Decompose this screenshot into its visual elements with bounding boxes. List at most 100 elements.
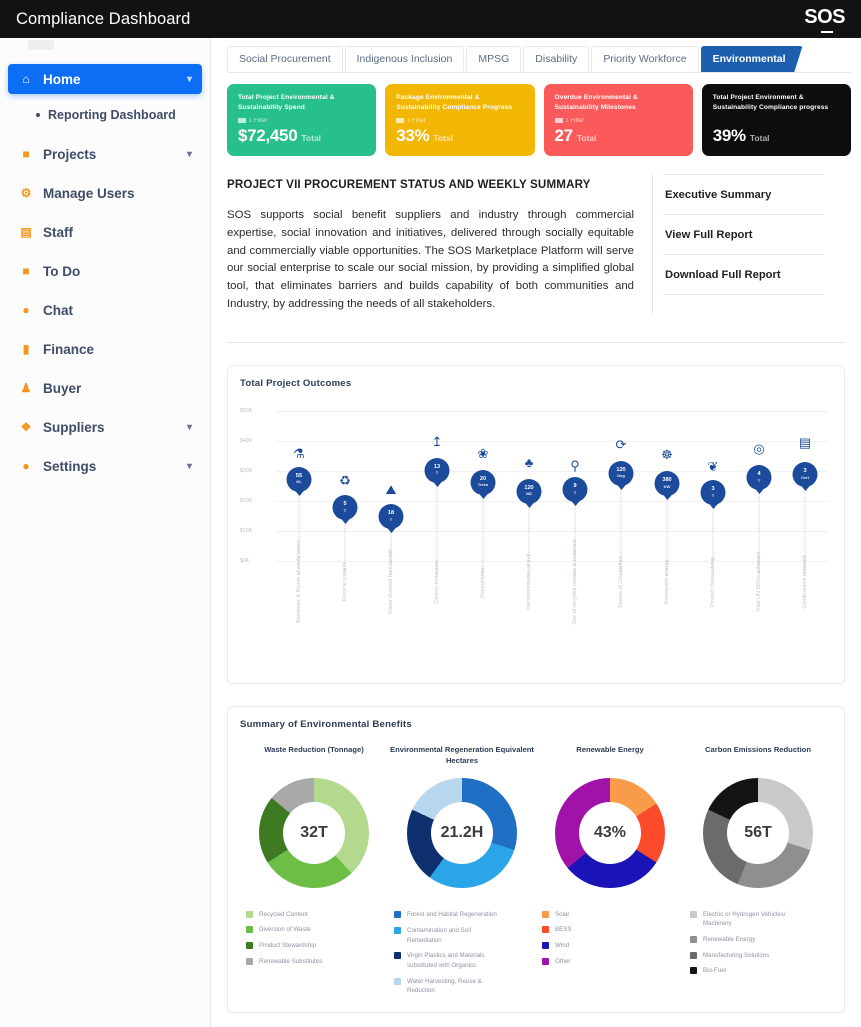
bubble-column[interactable]: ⛰ 18 T Waste diverted from landfill	[368, 401, 414, 673]
kpi-title: Overdue Environmental & Sustainability M…	[554, 94, 638, 111]
outcomes-bubble-chart: $0K $10K $20K $30K $40K $50K ⚗ 55 KL Rainwater & …	[240, 401, 832, 673]
kpi-value-row: 27 Total	[555, 126, 683, 146]
bubble-marker[interactable]: 9T	[562, 477, 588, 503]
donut-ring[interactable]: 32T	[259, 777, 369, 888]
bubble-marker[interactable]: 5T	[332, 495, 358, 521]
section-divider	[227, 341, 845, 343]
donut-center: 56T	[727, 801, 789, 864]
legend-item: Contamination and Soil Remediation	[394, 926, 503, 945]
legend-label: Diversion of Waste	[259, 926, 311, 934]
kpi-value-row: $72,450 Total	[238, 126, 366, 146]
sidebar-subitem-reporting-dashboard[interactable]: Reporting Dashboard	[8, 103, 202, 127]
legend-item: Manufacturing Solutions	[690, 951, 799, 961]
sidebar-item-label: Settings	[43, 458, 97, 474]
hands-care-icon: ❦	[707, 459, 719, 475]
kpi-filter[interactable]: 1 Filter	[396, 118, 524, 124]
y-axis-tick: $50K	[240, 407, 253, 414]
bubble-column[interactable]: ⚗ 55 KL Rainwater & Reuse of waste water	[276, 401, 322, 673]
chevron-down-icon[interactable]: ▾	[187, 461, 192, 472]
chevron-down-icon[interactable]: ▾	[187, 74, 192, 85]
sidebar-item-home[interactable]: ⌂ Home ▾	[8, 64, 202, 94]
bubble-column[interactable]: ◎ 4 T Total UN SDGs achieved	[736, 401, 782, 673]
report-link-executive-summary[interactable]: Executive Summary	[663, 174, 824, 215]
tab-priority-workforce[interactable]: Priority Workforce	[591, 46, 699, 72]
legend-swatch	[690, 951, 697, 959]
bubble-columns: ⚗ 55 KL Rainwater & Reuse of waste water ♻ 5 T…	[276, 401, 828, 673]
bubble-marker[interactable]: 13 T	[424, 457, 450, 483]
donut-center-value: 21.2H	[440, 824, 484, 842]
donut-ring[interactable]: 56T	[703, 777, 813, 888]
donut-ring[interactable]: 21.2H	[407, 778, 517, 889]
bubble-marker[interactable]: 120 Deg	[608, 460, 634, 486]
bubble-marker[interactable]: 3 Cert	[792, 462, 818, 488]
category-label: Total UN SDGs achieved	[756, 551, 762, 612]
kpi-card[interactable]: Total Project Environment & Sustainabili…	[701, 84, 851, 156]
kpi-filter-label: 1 Filter	[407, 117, 426, 124]
category-label: Certifications obtained	[802, 555, 808, 609]
legend-item: Virgin Plastics and Materials substitute…	[394, 951, 503, 970]
kpi-card[interactable]: Total Project Environmental & Sustainabi…	[227, 84, 377, 156]
bubble-column[interactable]: ♻ 5 T Recycle content	[322, 401, 368, 673]
summary-section: PROJECT VII PROCUREMENT STATUS AND WEEKL…	[211, 156, 861, 314]
legend-item: Recycled Content	[246, 910, 322, 920]
chevron-down-icon[interactable]: ▾	[187, 422, 192, 433]
kpi-value-row: 33% Total	[396, 126, 524, 146]
tab-social-procurement[interactable]: Social Procurement	[227, 46, 343, 72]
legend-item: Wind	[542, 941, 572, 951]
bubble-column[interactable]: ❀ 20 Trees Revegetation	[460, 401, 506, 673]
tab-disability[interactable]: Disability	[523, 46, 590, 72]
sidebar-item-buyer[interactable]: ♟ Buyer	[8, 373, 202, 403]
bubble-column[interactable]: ▤ 3 Cert Certifications obtained	[782, 401, 828, 673]
chevron-down-icon[interactable]: ▾	[187, 149, 192, 160]
sidebar-item-manage-users[interactable]: ⚙ Manage Users	[8, 178, 202, 208]
donut-title: Environmental Regeneration Equivalent He…	[390, 744, 534, 766]
bubble-unit: T	[573, 489, 577, 495]
target-icon: ◎	[753, 441, 765, 457]
tab-indigenous-inclusion[interactable]: Indigenous Inclusion	[344, 46, 465, 72]
legend-label: Manufacturing Solutions	[703, 951, 770, 959]
bubble-marker[interactable]: 4T	[746, 465, 772, 491]
legend-swatch	[246, 926, 253, 934]
bubble-column[interactable]: ❦ 3 T Product Stewardship	[690, 401, 736, 673]
kpi-filter[interactable]: 1 Filter	[238, 118, 366, 124]
kpi-filter[interactable]: 1 Filter	[554, 118, 683, 124]
report-link-download-full-report[interactable]: Download Full Report	[663, 255, 824, 295]
kpi-unit: Total	[576, 133, 597, 143]
outcomes-chart-title: Total Project Outcomes	[240, 377, 352, 389]
bubble-marker[interactable]: 18 T	[378, 504, 404, 530]
bubble-column[interactable]: ↥ 13 T Carbon emissions	[414, 401, 460, 673]
sidebar-item-projects[interactable]: ■ Projects ▾	[8, 139, 202, 169]
bubble-column[interactable]: ⟳ 120 Deg Tonnes of Circularities	[598, 401, 644, 673]
legend-swatch	[542, 926, 549, 934]
legend-item: Forest and Habitat Regeneration	[394, 910, 503, 920]
bubble-marker[interactable]: 20 Trees	[470, 469, 496, 495]
kpi-card[interactable]: Overdue Environmental & Sustainability M…	[543, 84, 693, 156]
sidebar-item-suppliers[interactable]: ❖ Suppliers ▾	[8, 412, 202, 442]
bubble-marker[interactable]: 120 M3	[516, 478, 542, 504]
legend-swatch	[394, 952, 401, 960]
recycle-icon: ♻	[339, 472, 351, 488]
donut-chart-cell: Environmental Regeneration Equivalent He…	[388, 744, 536, 1002]
legend-swatch	[246, 941, 253, 949]
sidebar-item-chat[interactable]: ● Chat	[8, 295, 202, 325]
legend-label: Product Stewardship	[259, 941, 317, 949]
kpi-unit: Total	[301, 133, 322, 143]
bubble-marker[interactable]: 380 KW	[654, 471, 680, 497]
tab-environmental[interactable]: Environmental	[700, 46, 803, 72]
bubble-unit: T	[435, 470, 439, 476]
bubble-marker[interactable]: 55 KL	[286, 466, 312, 492]
bubble-unit: T	[757, 477, 761, 483]
bubble-marker[interactable]: 3T	[700, 480, 726, 506]
kpi-card[interactable]: Package Environmental & Sustainability C…	[385, 84, 535, 156]
report-link-view-full-report[interactable]: View Full Report	[663, 215, 824, 255]
bubble-column[interactable]: ♣ 120 M3 Decontamination of soil	[506, 401, 552, 673]
bubble-column[interactable]: ⚲ 9 T Use of recycled plastics & materials	[552, 401, 598, 673]
sidebar-item-settings[interactable]: ● Settings ▾	[8, 451, 202, 481]
sidebar-item-to-do[interactable]: ■ To Do	[8, 256, 202, 286]
sidebar-item-finance[interactable]: ▮ Finance	[8, 334, 202, 364]
bubble-column[interactable]: ☸ 380 KW Renewable energy	[644, 401, 690, 673]
sidebar-item-label: Buyer	[43, 380, 82, 396]
donut-ring[interactable]: 43%	[555, 777, 665, 888]
tab-mpsg[interactable]: MPSG	[466, 46, 522, 72]
sidebar-item-staff[interactable]: ▤ Staff	[8, 217, 202, 247]
